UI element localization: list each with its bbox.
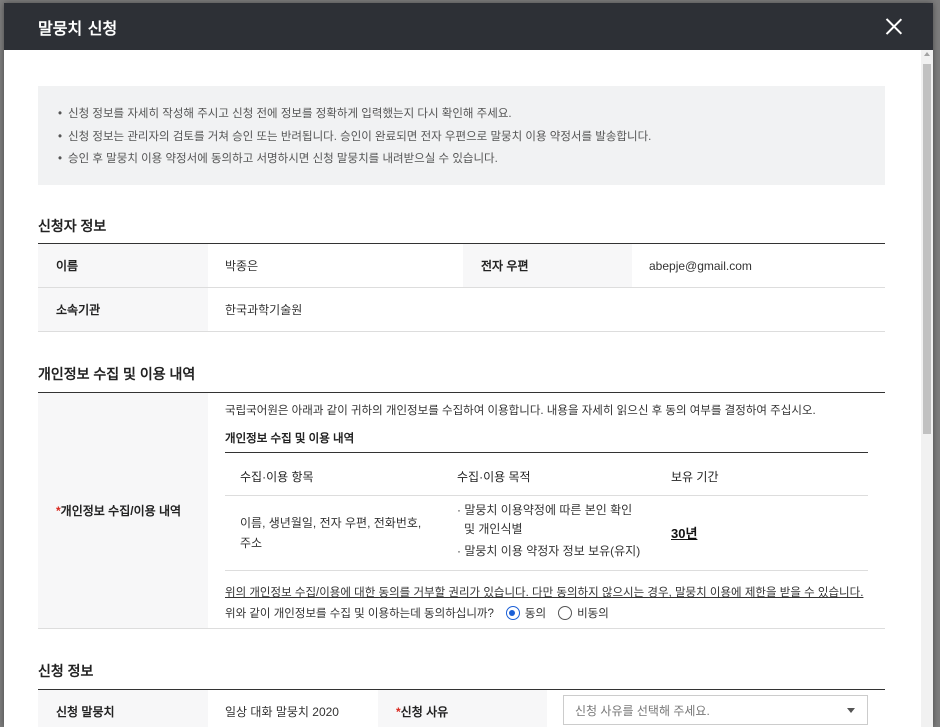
table-row: 이름, 생년월일, 전자 우편, 전화번호, 주소 · 말뭉치 이용약정에 따른… <box>225 496 868 571</box>
agree-label: 동의 <box>524 608 547 620</box>
period-cell: 30년 <box>671 526 698 541</box>
privacy-intro: 국립국어원은 아래과 같이 귀하의 개인정보를 수집하여 이용합니다. 내용을 … <box>225 405 816 417</box>
corpus-label: 신청 말뭉치 <box>38 690 208 727</box>
modal-body: 신청 정보를 자세히 작성해 주시고 신청 전에 정보를 정확하게 입력했는지 … <box>4 50 921 727</box>
email-value: abepje@gmail.com <box>649 258 752 273</box>
purpose-cell: · 말뭉치 이용약정에 따른 본인 확인 및 개인식별 · 말뭉치 이용 약정자… <box>457 501 640 561</box>
privacy-table-header: 수집·이용 항목 수집·이용 목적 보유 기간 <box>225 452 868 496</box>
items-line: 이름, 생년월일, 전자 우편, 전화번호, <box>240 516 422 530</box>
agree-radio[interactable] <box>505 606 520 620</box>
purpose-line: · 말뭉치 이용약정에 따른 본인 확인 <box>457 503 633 517</box>
notice-item: 승인 후 말뭉치 이용 약정서에 동의하고 서명하시면 신청 말뭉치를 내려받으… <box>58 148 885 171</box>
disagree-radio[interactable] <box>558 606 573 620</box>
chevron-down-icon <box>847 708 855 713</box>
name-value: 박종은 <box>225 259 259 273</box>
modal-header: 말뭉치 신청 <box>4 3 933 50</box>
reason-label: * 신청 사유 <box>378 690 547 727</box>
reason-label-text: 신청 사유 <box>400 705 449 719</box>
notice-box: 신청 정보를 자세히 작성해 주시고 신청 전에 정보를 정확하게 입력했는지 … <box>38 86 885 185</box>
scroll-up-icon[interactable] <box>924 52 930 56</box>
reason-select[interactable]: 신청 사유를 선택해 주세요. <box>563 695 868 725</box>
privacy-table: 수집·이용 항목 수집·이용 목적 보유 기간 이름, 생년월일, 전자 우편,… <box>225 452 868 571</box>
privacy-row-label-text: 개인정보 수집/이용 내역 <box>60 504 182 518</box>
application-section-title: 신청 정보 <box>38 663 94 679</box>
privacy-row-label: * 개인정보 수집/이용 내역 <box>38 393 208 628</box>
modal-title: 말뭉치 신청 <box>38 18 118 38</box>
privacy-section-title: 개인정보 수집 및 이용 내역 <box>38 366 196 382</box>
purpose-line: · 말뭉치 이용 약정자 정보 보유(유지) <box>457 544 641 558</box>
divider <box>38 628 885 629</box>
corpus-value: 일상 대화 말뭉치 2020 <box>225 705 339 719</box>
disagree-option[interactable]: 비동의 <box>558 605 609 621</box>
org-value: 한국과학기술원 <box>225 303 303 317</box>
agree-option[interactable]: 동의 <box>505 605 547 621</box>
close-icon[interactable] <box>881 14 907 40</box>
disagree-label: 비동의 <box>577 608 609 620</box>
notice-item: 신청 정보는 관리자의 검토를 거쳐 승인 또는 반려됩니다. 승인이 완료되면… <box>58 126 885 149</box>
scrollbar[interactable] <box>921 50 933 727</box>
divider <box>38 331 885 332</box>
corpus-application-modal: 말뭉치 신청 신청 정보를 자세히 작성해 주시고 신청 전에 정보를 정확하게… <box>4 3 933 727</box>
scroll-thumb[interactable] <box>923 64 931 434</box>
header-items: 수집·이용 항목 <box>240 470 314 484</box>
name-label: 이름 <box>38 244 208 287</box>
privacy-subtitle: 개인정보 수집 및 이용 내역 <box>225 433 355 445</box>
org-label: 소속기관 <box>38 288 208 331</box>
applicant-section-title: 신청자 정보 <box>38 218 107 234</box>
email-label: 전자 우편 <box>463 244 632 287</box>
header-purpose: 수집·이용 목적 <box>457 470 531 484</box>
purpose-line: 및 개인식별 <box>464 522 523 536</box>
notice-item: 신청 정보를 자세히 작성해 주시고 신청 전에 정보를 정확하게 입력했는지 … <box>58 103 885 126</box>
consent-question: 위와 같이 개인정보를 수집 및 이용하는데 동의하십니까? <box>225 608 494 620</box>
reason-placeholder: 신청 사유를 선택해 주세요. <box>575 703 710 718</box>
items-line: 주소 <box>240 536 263 550</box>
consent-question-row: 위와 같이 개인정보를 수집 및 이용하는데 동의하십니까? 동의 비동의 <box>225 605 609 621</box>
header-period: 보유 기간 <box>671 470 719 484</box>
consent-warning: 위의 개인정보 수집/이용에 대한 동의를 거부할 권리가 있습니다. 다만 동… <box>225 587 864 599</box>
items-cell: 이름, 생년월일, 전자 우편, 전화번호, 주소 <box>240 513 440 553</box>
